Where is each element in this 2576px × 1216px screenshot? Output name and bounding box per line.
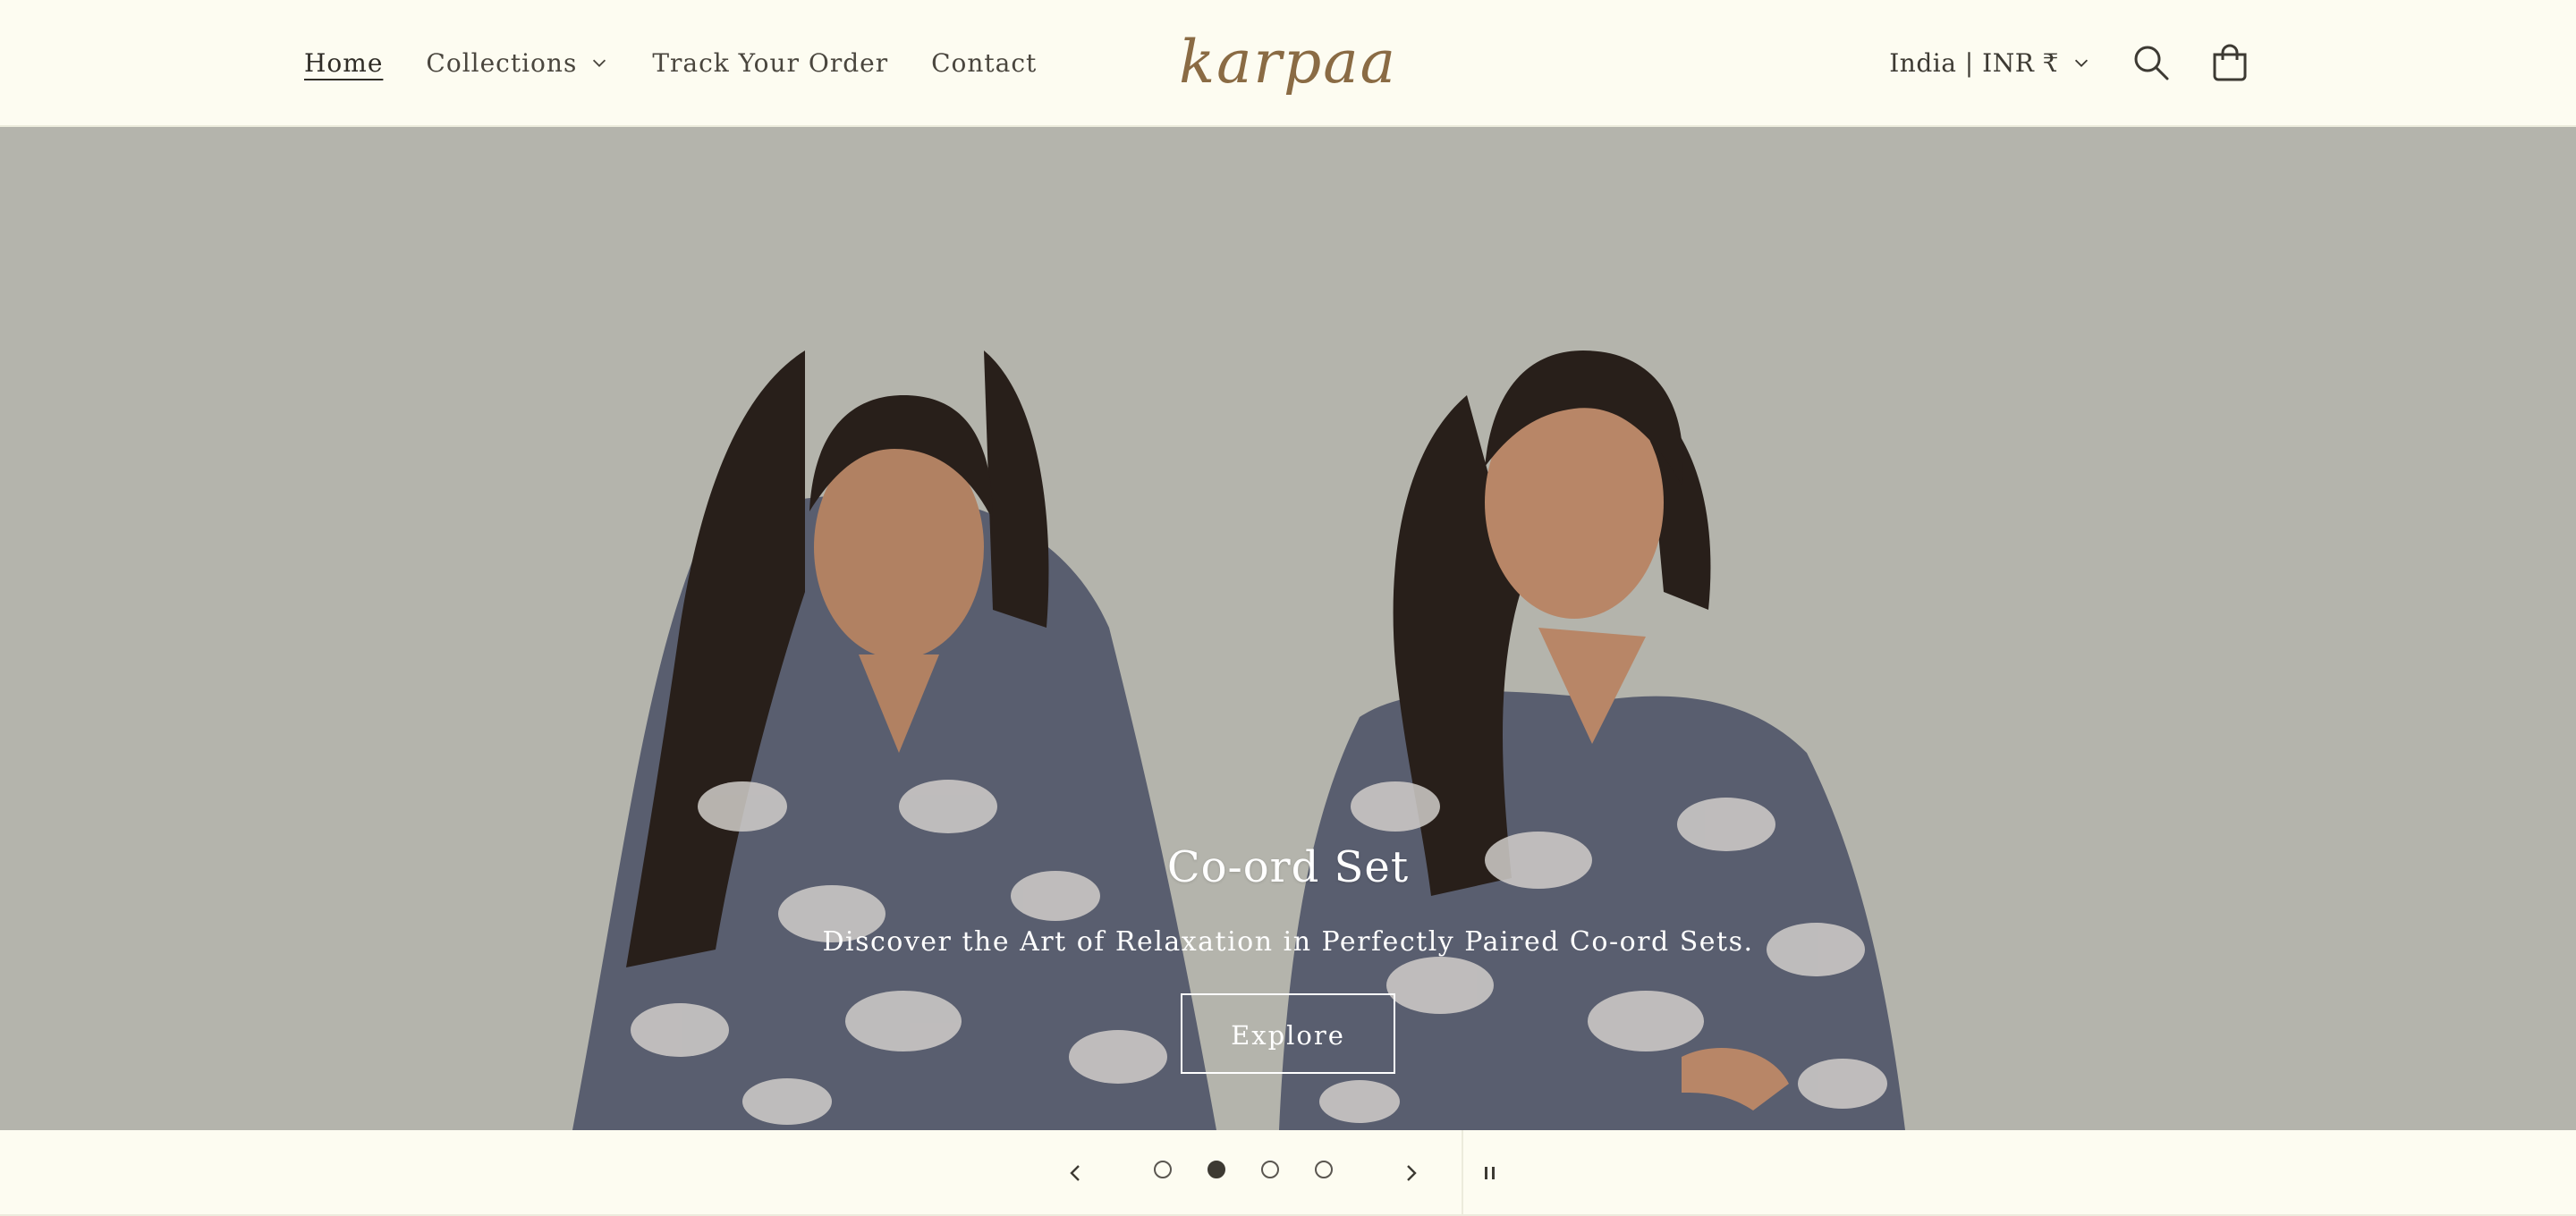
slider-pause-button[interactable]: [1470, 1153, 1510, 1193]
nav-track-order[interactable]: Track Your Order: [652, 48, 888, 78]
chevron-down-icon: [2074, 59, 2089, 67]
slider-controls: [0, 1130, 2576, 1216]
logo-text: karpaa: [1179, 27, 1397, 97]
slider-next-button[interactable]: [1392, 1153, 1431, 1193]
search-icon: [2134, 46, 2169, 80]
brand-logo[interactable]: karpaa: [1179, 21, 1397, 102]
hero-title: Co-ord Set: [1166, 842, 1410, 892]
country-selector[interactable]: India | INR ₹: [1889, 48, 2091, 78]
site-header: Home Collections Track Your Order Contac…: [0, 0, 2576, 127]
chevron-right-icon: [1407, 1165, 1417, 1181]
nav-collections-label: Collections: [426, 47, 578, 78]
chevron-left-icon: [1070, 1165, 1080, 1181]
cart-icon: [2213, 44, 2247, 81]
cart-button[interactable]: [2206, 38, 2254, 87]
nav-home[interactable]: Home: [304, 48, 383, 78]
slider-prev-button[interactable]: [1055, 1153, 1095, 1193]
explore-button[interactable]: Explore: [1181, 993, 1395, 1074]
hero-content: Co-ord Set Discover the Art of Relaxatio…: [0, 842, 2576, 1074]
controls-divider: [1462, 1130, 1463, 1216]
slider-dot-1[interactable]: [1154, 1161, 1172, 1178]
nav-contact[interactable]: Contact: [931, 48, 1037, 78]
country-label: India | INR ₹: [1889, 47, 2059, 78]
chevron-down-icon: [593, 59, 606, 67]
slider-dot-2[interactable]: [1208, 1161, 1225, 1178]
hero-banner: Co-ord Set Discover the Art of Relaxatio…: [0, 127, 2576, 1130]
hero-subtitle: Discover the Art of Relaxation in Perfec…: [822, 926, 1754, 958]
header-actions: India | INR ₹: [1889, 0, 2254, 125]
pause-icon: [1485, 1167, 1495, 1179]
nav-collections[interactable]: Collections: [426, 48, 609, 78]
slider-dot-4[interactable]: [1315, 1161, 1333, 1178]
search-button[interactable]: [2127, 38, 2175, 87]
slider-dot-3[interactable]: [1261, 1161, 1279, 1178]
main-nav: Home Collections Track Your Order Contac…: [304, 0, 1080, 125]
